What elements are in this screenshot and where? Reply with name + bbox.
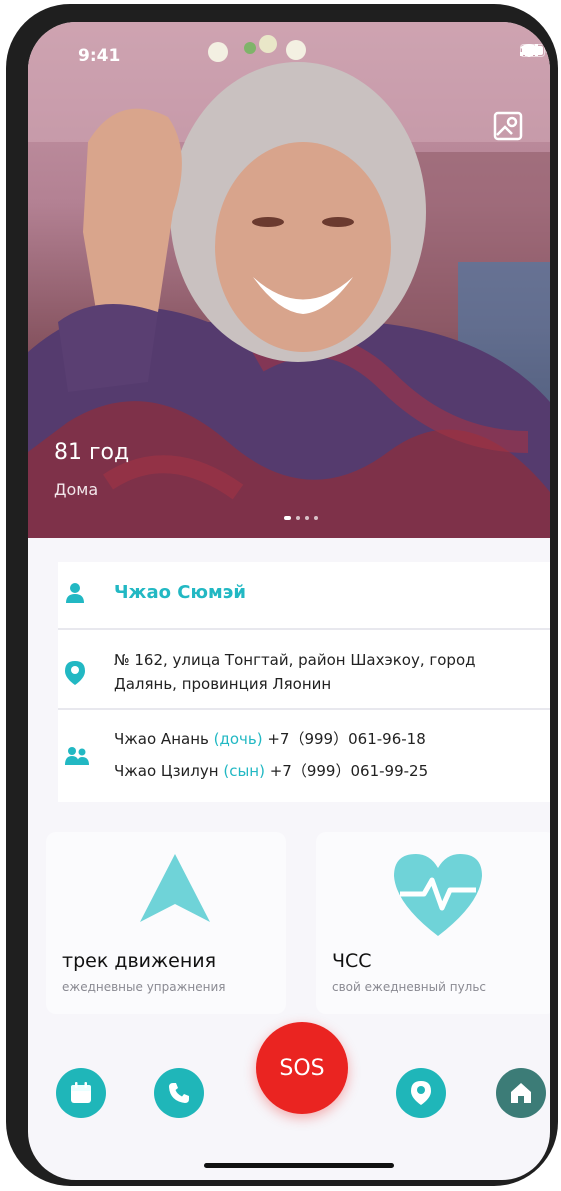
relative-relation: (сын) xyxy=(223,762,265,780)
profile-info-card: Чжао Сюмэй № 162, улица Тонгтай, район Ш… xyxy=(58,562,550,802)
heart-rate-icon xyxy=(394,854,482,936)
relative-phone[interactable]: +7（999）061-99-25 xyxy=(270,762,428,780)
home-icon xyxy=(511,1083,531,1103)
page-dot xyxy=(314,516,318,520)
relative-contact[interactable]: Чжао Цзилун (сын) +7（999）061-99-25 xyxy=(114,760,428,781)
name-row: Чжао Сюмэй xyxy=(58,562,550,630)
movement-track-tile[interactable]: трек движения ежедневные упражнения xyxy=(46,832,286,1014)
relative-name: Чжао Анань xyxy=(114,730,214,748)
page-dot-active xyxy=(284,516,291,520)
relative-relation: (дочь) xyxy=(213,730,263,748)
battery-icon xyxy=(520,44,548,57)
tile-subtitle: ежедневные упражнения xyxy=(62,980,226,994)
sos-button[interactable]: SOS xyxy=(256,1022,348,1114)
person-name: Чжао Сюмэй xyxy=(114,582,246,603)
page-dot xyxy=(296,516,300,520)
location-pin-icon xyxy=(65,661,85,685)
profile-photo[interactable]: 9:41 81 год Дома xyxy=(28,22,550,538)
call-button[interactable] xyxy=(154,1068,204,1118)
relative-phone[interactable]: +7（999）061-96-18 xyxy=(267,730,425,748)
family-icon xyxy=(65,747,89,765)
tile-title: трек движения xyxy=(62,950,217,972)
relative-name: Чжао Цзилун xyxy=(114,762,224,780)
relatives-row: Чжао Анань (дочь) +7（999）061-96-18 Чжао … xyxy=(58,710,550,802)
address-row: № 162, улица Тонгтай, район Шахэкоу, гор… xyxy=(58,630,550,710)
relative-contact[interactable]: Чжао Анань (дочь) +7（999）061-96-18 xyxy=(114,728,426,749)
person-icon xyxy=(66,583,84,603)
person-photo-icon[interactable] xyxy=(492,110,524,142)
home-button[interactable] xyxy=(496,1068,546,1118)
tile-title: ЧСС xyxy=(332,950,372,972)
age-label: 81 год xyxy=(54,440,130,465)
navigation-arrow-icon xyxy=(140,854,210,922)
location-pin-icon xyxy=(411,1081,431,1105)
page-dot xyxy=(305,516,309,520)
phone-icon xyxy=(169,1083,189,1103)
heart-rate-tile[interactable]: ЧСС свой ежедневный пульс xyxy=(316,832,550,1014)
phone-frame: 9:41 81 год Дома Чжао Сюмэй № 162, улица… xyxy=(6,4,558,1186)
status-time: 9:41 xyxy=(78,46,121,66)
app-screen: 9:41 81 год Дома Чжао Сюмэй № 162, улица… xyxy=(28,22,550,1180)
address-text: № 162, улица Тонгтай, район Шахэкоу, гор… xyxy=(114,651,476,693)
location-state: Дома xyxy=(54,480,99,499)
location-button[interactable] xyxy=(396,1068,446,1118)
home-indicator[interactable] xyxy=(204,1163,394,1168)
calendar-button[interactable] xyxy=(56,1068,106,1118)
calendar-icon xyxy=(71,1082,91,1103)
tile-subtitle: свой ежедневный пульс xyxy=(332,980,487,994)
page-indicator xyxy=(284,516,318,520)
